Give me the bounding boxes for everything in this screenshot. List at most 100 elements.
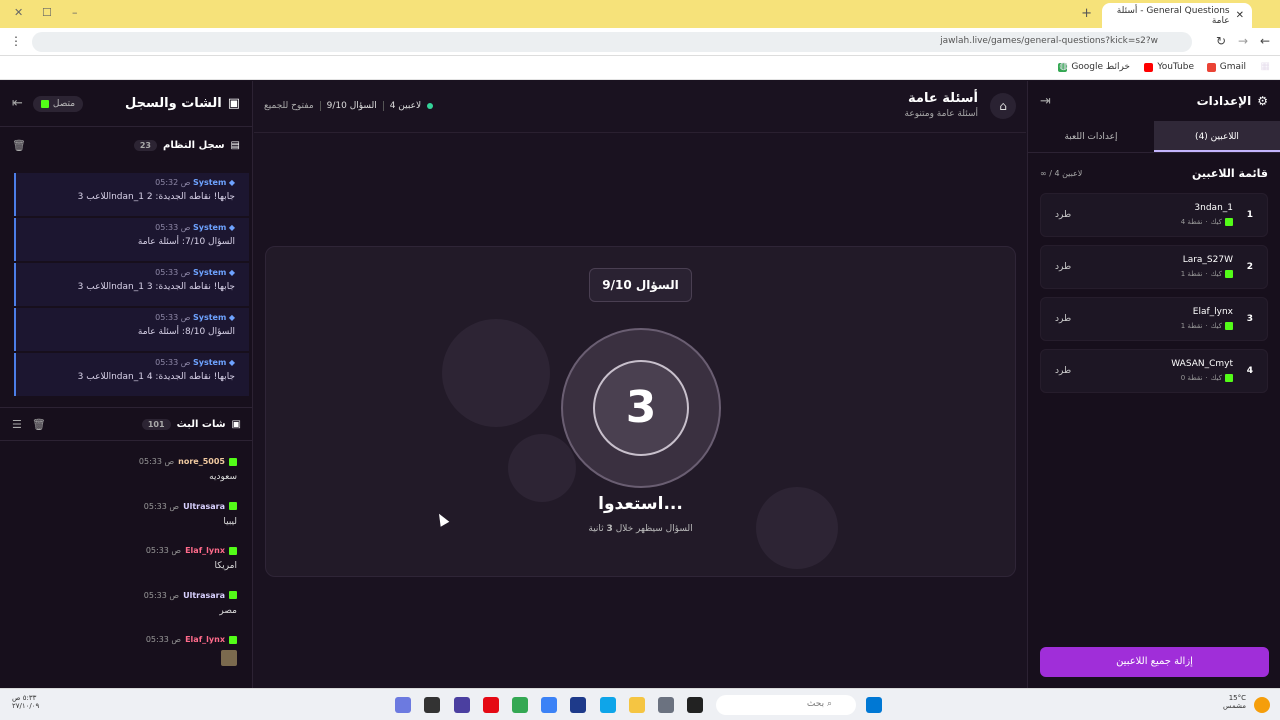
home-icon: ⌂ [999,99,1007,113]
gear-icon: ⚙ [1257,94,1268,108]
back-icon[interactable]: ← [1260,34,1270,48]
players-count: 4 لاعبين [389,101,422,111]
chat-username[interactable]: nore_5005 [178,457,225,466]
remove-all-players-button[interactable]: إزالة جميع اللاعبين [1040,647,1269,677]
player-name: 3ndan_1 [1194,203,1233,213]
kick-icon [1225,270,1233,278]
chat-message: 05:33 ص nore_5005 سعوديه [0,457,253,502]
weather-widget[interactable]: 15°C مشمس [1223,694,1246,710]
bookmark-gmail[interactable]: Gmail [1206,62,1246,72]
log-message: اللاعب 3ndan_1 جابها! نقاطه الجديدة: 4 [77,372,235,382]
ready-text: استعدوا... [598,494,683,514]
system-log-entry: 05:32 ص System ◆ اللاعب 3ndan_1 جابها! نق… [14,173,249,216]
players-capacity: ∞ / 4 لاعبين [1040,168,1083,178]
system-log-entry: 05:33 ص System ◆ السؤال 8/10: أسئلة عامة [14,308,249,351]
minimize-icon[interactable]: ✕ [14,6,23,19]
stream-chat-header: ☰ 🗑︎ 101 شات البث ▣ [0,407,253,441]
menu-icon[interactable]: ⋮ [10,34,22,48]
chat-message: 05:33 ص Elaf_lynx امريكا [0,546,253,591]
decor-bubble [508,434,576,502]
app-icon[interactable] [454,697,470,713]
player-row: 1 3ndan_1 4 نقطة · كيك طرد [1040,193,1268,237]
store-icon[interactable] [570,697,586,713]
chrome-icon[interactable] [512,697,528,713]
tab-title: General Questions - أسئلة عامة [1116,5,1230,26]
collapse-panel-icon[interactable]: ⇤ [12,96,23,111]
close-tab-icon[interactable]: ✕ [1236,10,1244,21]
taskbar-search[interactable]: بحث ⌕ [716,695,856,715]
tab-players[interactable]: اللاعبين (4) [1154,121,1280,152]
system-log-entry: 05:33 ص System ◆ اللاعب 3ndan_1 جابها! نق… [14,353,249,396]
chat-username[interactable]: Elaf_lynx [185,635,225,644]
game-header: مفتوح للجميع السؤال 9/10 4 لاعبين أسئلة … [254,81,1026,133]
netflix-icon[interactable] [483,697,499,713]
player-name: WASAN_Cmyt [1171,359,1233,369]
log-message: اللاعب 3ndan_1 جابها! نقاطه الجديدة: 2 [77,192,235,202]
chat-message: 05:33 ص Elaf_lynx [0,635,253,680]
apps-grid-icon[interactable]: ▦ [1261,61,1270,72]
restore-icon[interactable]: – [72,6,78,19]
filter-icon[interactable]: ☰ [12,418,22,431]
obs-icon[interactable] [424,697,440,713]
maximize-icon[interactable]: ☐ [42,6,52,19]
mail-icon[interactable] [541,697,557,713]
url-field[interactable]: jawlah.live/games/general-questions?kick… [32,32,1192,52]
reload-icon[interactable]: ↻ [1216,34,1226,48]
os-taskbar: ٥:٣٣ ص ٢٧/١٠/٠٩ بحث ⌕ 15°C مشمس [0,688,1280,720]
kick-player-button[interactable]: طرد [1055,262,1071,272]
bookmark-youtube[interactable]: YouTube [1144,62,1194,72]
tab-game-settings[interactable]: إعدادات اللعبة [1028,121,1154,152]
chat-text: امريكا [214,561,237,571]
new-tab-button[interactable]: + [1081,6,1092,21]
kick-icon [229,635,237,644]
game-status-bar: مفتوح للجميع السؤال 9/10 4 لاعبين [264,101,434,111]
chat-username[interactable]: Ultrasara [183,591,225,600]
kick-player-button[interactable]: طرد [1055,210,1071,220]
kick-player-button[interactable]: طرد [1055,366,1071,376]
player-rank: 4 [1246,366,1253,376]
address-bar-row: ⋮ ● ⧉ ☆ jawlah.live/games/general-questi… [0,28,1280,56]
player-row: 4 WASAN_Cmyt 0 نقطة · كيك طرد [1040,349,1268,393]
log-message: اللاعب 3ndan_1 جابها! نقاطه الجديدة: 3 [77,282,235,292]
chat-panel-header: ⇤ متصل الشات والسجل ▣ [0,81,252,127]
chat-username[interactable]: Ultrasara [183,502,225,511]
collapse-settings-icon[interactable]: ⇥ [1040,94,1051,109]
chat-text: سعوديه [209,472,237,482]
system-log-list: 05:32 ص System ◆ اللاعب 3ndan_1 جابها! نق… [14,173,249,398]
chat-message: 05:33 ص Ultrasara ليبيا [0,502,253,547]
kick-icon [229,546,237,555]
settings-panel: ⇥ الإعدادات ⚙ إعدادات اللعبة اللاعبين (4)… [1027,81,1280,688]
log-meta: 05:33 ص System ◆ [155,223,235,232]
copilot-icon[interactable] [658,697,674,713]
system-icon: ◆ [228,223,235,232]
trash-icon[interactable]: 🗑︎ [32,418,46,431]
chat-text: مصر [219,605,237,616]
kick-icon [229,457,237,466]
chat-text: ليبيا [223,516,237,527]
stream-chat-list: 05:33 ص nore_5005 سعوديه 05:33 ص Ultrasara لي… [0,457,253,680]
chat-username[interactable]: Elaf_lynx [185,546,225,555]
log-message: السؤال 7/10: أسئلة عامة [137,237,235,247]
discord-icon[interactable] [395,697,411,713]
player-rank: 3 [1246,314,1253,324]
trash-icon[interactable]: 🗑︎ [12,139,26,152]
system-log-entry: 05:33 ص System ◆ اللاعب 3ndan_1 جابها! نق… [14,263,249,306]
bookmark-maps[interactable]: Google خرائط [1058,62,1130,72]
kick-player-button[interactable]: طرد [1055,314,1071,324]
terminal-icon[interactable] [687,697,703,713]
browser-tab[interactable]: ✕ General Questions - أسئلة عامة [1102,3,1252,28]
folder-icon[interactable] [629,697,645,713]
chat-panel-title: الشات والسجل ▣ [125,96,240,111]
open-status: مفتوح للجميع [264,101,314,111]
windows-start-icon[interactable] [866,697,882,713]
settings-tabs: إعدادات اللعبة اللاعبين (4) [1028,121,1280,153]
forward-icon[interactable]: → [1238,34,1248,48]
game-title: أسئلة عامة [908,91,978,106]
sun-icon [1254,697,1270,713]
log-message: السؤال 8/10: أسئلة عامة [137,327,235,337]
stream-chat-title: 101 شات البث ▣ [141,418,241,430]
countdown-stage: السؤال 9/10 3 استعدوا... السؤال سيظهر خل… [265,246,1016,577]
edge-icon[interactable] [600,697,616,713]
player-name: Elaf_lynx [1192,307,1233,317]
home-button[interactable]: ⌂ [990,93,1016,119]
